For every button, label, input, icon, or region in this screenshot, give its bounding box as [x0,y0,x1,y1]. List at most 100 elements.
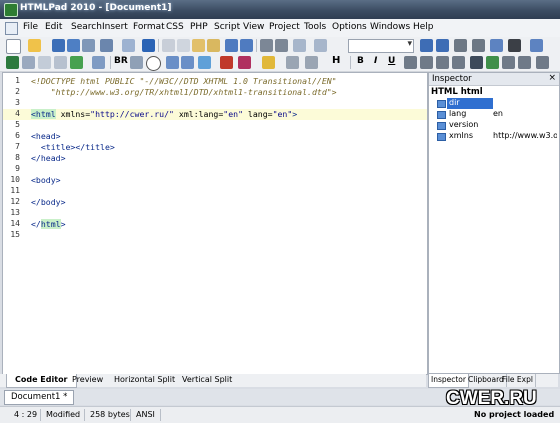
div-icon[interactable] [54,56,67,69]
code-line[interactable]: 8 </head> [3,153,427,164]
find-text-icon[interactable] [420,39,433,52]
property-value[interactable]: en [493,109,557,118]
wizard-icon[interactable] [262,56,275,69]
redo-icon[interactable] [240,39,253,52]
goto-icon[interactable] [454,39,467,52]
code-line[interactable]: 2 "http://www.w3.org/TR/xhtml1/DTD/xhtml… [3,87,427,98]
list-icon[interactable] [92,56,105,69]
line-break-button[interactable]: BR [114,56,128,66]
paste-special-icon[interactable] [207,39,220,52]
code-line[interactable]: 6 <head> [3,131,427,142]
menu-options[interactable]: Options [332,22,367,32]
menu-css[interactable]: CSS [166,22,184,32]
outdent-list-icon[interactable] [536,56,549,69]
toggle-icon[interactable] [490,39,503,52]
undo-icon[interactable] [225,39,238,52]
property-row[interactable]: lang en [429,109,559,120]
paragraph-icon[interactable] [130,56,143,69]
save-icon[interactable] [52,39,65,52]
code-line[interactable]: 14 </html> [3,219,427,230]
check-icon[interactable] [486,56,499,69]
cut-icon[interactable] [162,39,175,52]
menu-project[interactable]: Project [269,22,300,32]
menu-view[interactable]: View [243,22,264,32]
code-token: html [40,219,61,229]
code-line[interactable]: 7 <title></title> [3,142,427,153]
link-icon[interactable] [166,56,179,69]
property-row[interactable]: version [429,120,559,131]
menu-file[interactable]: File [23,22,38,32]
align-center-icon[interactable] [420,56,433,69]
underline-icon[interactable]: U [388,56,395,66]
new-file-icon[interactable] [6,39,21,54]
heading-button[interactable]: H [332,55,340,66]
align-justify-icon[interactable] [452,56,465,69]
wrap-icon[interactable] [530,39,543,52]
code-line[interactable]: 1 <!DOCTYPE html PUBLIC "-//W3C//DTD XHTM… [3,76,427,87]
document-tab[interactable]: Document1 * [4,390,75,405]
ordered-list-icon[interactable] [518,56,531,69]
table-icon[interactable] [38,56,51,69]
code-line[interactable]: 12 </body> [3,197,427,208]
code-line[interactable]: 15 [3,230,427,241]
html-icon[interactable] [6,56,19,69]
menu-search[interactable]: Search [71,22,102,32]
code-line[interactable]: 5 [3,120,427,131]
block-icon[interactable] [305,56,318,69]
menu-insert[interactable]: Insert [102,22,128,32]
bold-icon[interactable]: B [357,56,364,66]
unordered-list-icon[interactable] [502,56,515,69]
menu-php[interactable]: PHP [190,22,208,32]
code-line[interactable]: 9 [3,164,427,175]
indent-icon[interactable] [260,39,273,52]
copy-icon[interactable] [177,39,190,52]
special-char-icon[interactable] [220,56,233,69]
save-all-icon[interactable] [67,39,80,52]
view-mode-icon[interactable] [293,39,306,52]
anchor-icon[interactable] [181,56,194,69]
replace-icon[interactable] [436,39,449,52]
outdent-icon[interactable] [275,39,288,52]
form-icon[interactable] [22,56,35,69]
tab-horizontal-split[interactable]: Horizontal Split [106,374,183,387]
menu-script[interactable]: Script [214,22,240,32]
open-folder-icon[interactable] [28,39,41,52]
tab-vertical-split[interactable]: Vertical Split [174,374,240,387]
pilcrow-icon[interactable] [470,56,483,69]
code-line[interactable]: 4 <html xmlns="http://cwer.ru/" xml:lang=… [3,109,427,120]
font-combo[interactable] [348,39,414,53]
close-icon[interactable]: × [548,73,556,83]
print-icon[interactable] [82,39,95,52]
italic-icon[interactable]: I [374,56,377,66]
property-row[interactable]: dir [429,98,559,109]
paste-icon[interactable] [192,39,205,52]
menu-help[interactable]: Help [413,22,434,32]
spellcheck-icon[interactable] [142,39,155,52]
menu-tools[interactable]: Tools [304,22,326,32]
property-row[interactable]: xmlns http://www.w3.org [429,131,559,142]
code-line[interactable]: 3 [3,98,427,109]
bookmark-icon[interactable] [472,39,485,52]
code-line[interactable]: 13 [3,208,427,219]
code-editor[interactable]: 1 <!DOCTYPE html PUBLIC "-//W3C//DTD XHTM… [2,72,428,375]
line-number: 3 [15,98,20,107]
color-icon[interactable] [238,56,251,69]
image-icon[interactable] [198,56,211,69]
print-preview-icon[interactable] [100,39,113,52]
heading-list-icon[interactable] [286,56,299,69]
find-icon[interactable] [122,39,135,52]
document-icon[interactable] [5,22,18,35]
menu-edit[interactable]: Edit [45,22,62,32]
code-line[interactable]: 10 <body> [3,175,427,186]
layout-icon[interactable] [314,39,327,52]
menu-format[interactable]: Format [133,22,165,32]
settings-icon[interactable] [508,39,521,52]
align-right-icon[interactable] [436,56,449,69]
property-value[interactable]: http://www.w3.org [493,131,557,140]
tags-icon[interactable] [70,56,83,69]
tab-preview[interactable]: Preview [64,374,111,387]
copyright-icon[interactable] [146,56,161,71]
code-line[interactable]: 11 [3,186,427,197]
menu-windows[interactable]: Windows [370,22,410,32]
align-left-icon[interactable] [404,56,417,69]
